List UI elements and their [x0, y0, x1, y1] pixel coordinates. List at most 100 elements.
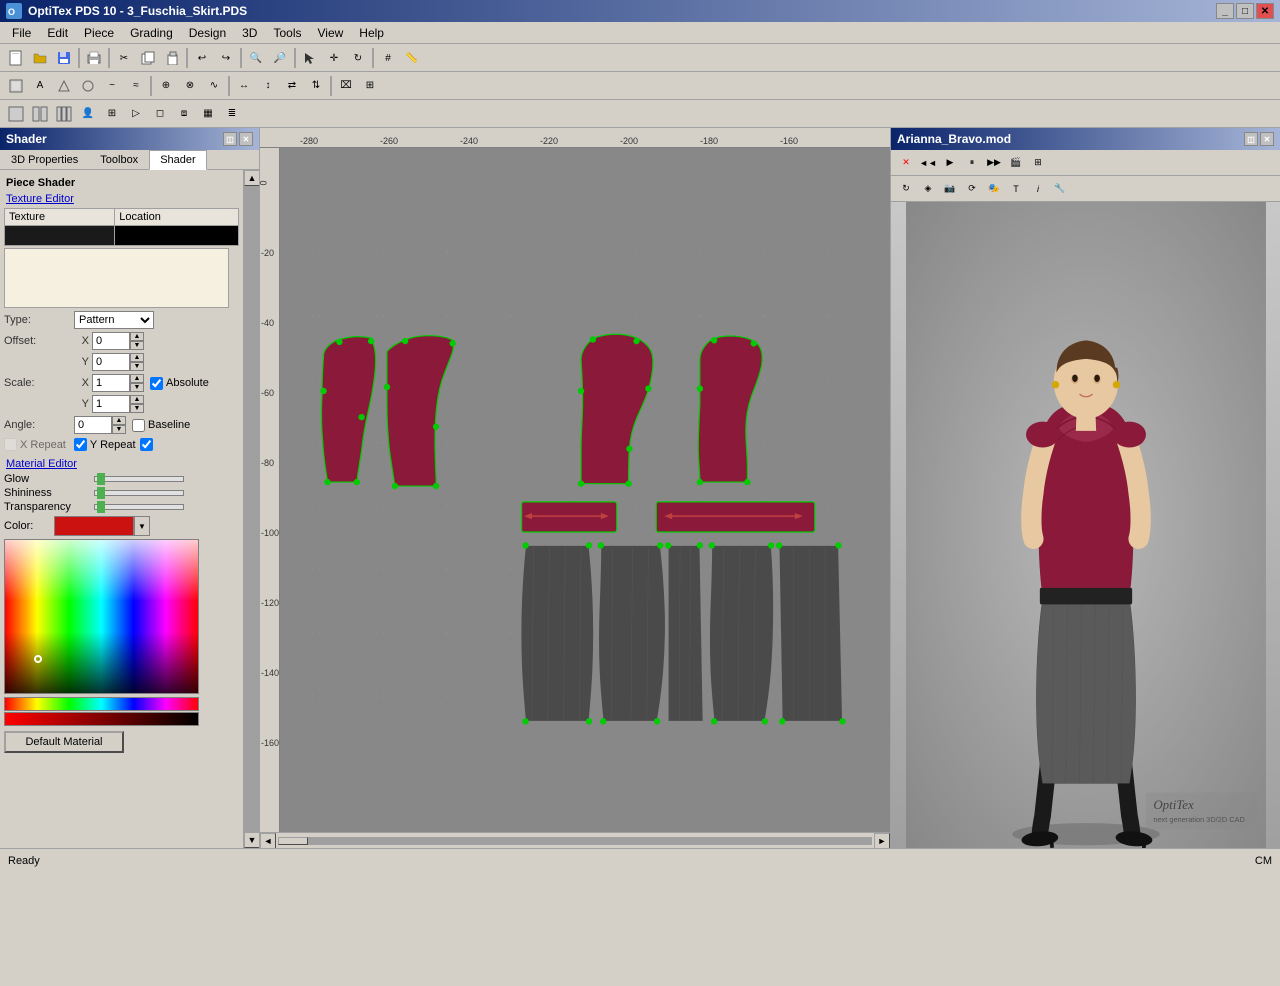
t3-btn7[interactable]: ◻: [149, 103, 171, 125]
close-button[interactable]: ✕: [1256, 3, 1274, 19]
hue-strip[interactable]: [4, 697, 199, 711]
default-material-button[interactable]: Default Material: [4, 731, 124, 753]
glow-slider[interactable]: [94, 476, 184, 482]
model-pause-btn[interactable]: ⏸: [962, 153, 982, 173]
offset-x-input[interactable]: [92, 332, 130, 350]
offset-x-down[interactable]: ▼: [130, 341, 144, 350]
model-text-btn[interactable]: T: [1006, 179, 1026, 199]
hscroll-thumb[interactable]: [278, 837, 308, 845]
t2-btn14[interactable]: ⌧: [335, 75, 357, 97]
menu-view[interactable]: View: [309, 24, 351, 42]
t2-btn12[interactable]: ⇄: [281, 75, 303, 97]
model-close-btn[interactable]: ✕: [1260, 132, 1274, 146]
type-select[interactable]: Pattern: [74, 311, 154, 329]
hscroll-right[interactable]: ►: [874, 833, 890, 849]
scale-x-input[interactable]: [92, 374, 130, 392]
model-anim-btn[interactable]: 🎭: [984, 179, 1004, 199]
model-float-btn[interactable]: ◫: [1244, 132, 1258, 146]
print-btn[interactable]: [83, 47, 105, 69]
menu-file[interactable]: File: [4, 24, 39, 42]
black-strip[interactable]: [4, 712, 199, 726]
texture-editor-link[interactable]: Texture Editor: [4, 192, 239, 206]
color-picker[interactable]: [4, 539, 199, 694]
t2-btn5[interactable]: ~: [101, 75, 123, 97]
model-light-btn[interactable]: ⟳: [962, 179, 982, 199]
offset-y-input[interactable]: [92, 353, 130, 371]
cut-btn[interactable]: ✂: [113, 47, 135, 69]
material-editor-link[interactable]: Material Editor: [4, 457, 239, 471]
hscroll-left[interactable]: ◄: [260, 833, 276, 849]
select-btn[interactable]: [299, 47, 321, 69]
t3-btn2[interactable]: [29, 103, 51, 125]
paste-btn[interactable]: [161, 47, 183, 69]
vscroll-up[interactable]: ▲: [244, 170, 259, 186]
color-dropdown-btn[interactable]: ▼: [134, 516, 150, 536]
open-btn[interactable]: [29, 47, 51, 69]
scale-y-input[interactable]: [92, 395, 130, 413]
t3-btn4[interactable]: 👤: [77, 103, 99, 125]
t2-btn13[interactable]: ⇅: [305, 75, 327, 97]
vscroll-track[interactable]: [244, 186, 259, 832]
t3-btn3[interactable]: [53, 103, 75, 125]
shininess-slider[interactable]: [94, 490, 184, 496]
t3-btn8[interactable]: ⧈: [173, 103, 195, 125]
panel-float-btn[interactable]: ◫: [223, 132, 237, 146]
maximize-button[interactable]: □: [1236, 3, 1254, 19]
t3-btn5[interactable]: ⊞: [101, 103, 123, 125]
rotate-btn[interactable]: ↻: [347, 47, 369, 69]
transparency-slider[interactable]: [94, 504, 184, 510]
t3-btn1[interactable]: [5, 103, 27, 125]
t2-btn7[interactable]: ⊕: [155, 75, 177, 97]
model-stop-btn[interactable]: ✕: [896, 153, 916, 173]
model-fast-btn[interactable]: ▶▶: [984, 153, 1004, 173]
tab-3d-properties[interactable]: 3D Properties: [0, 150, 89, 169]
model-play-btn[interactable]: ▶: [940, 153, 960, 173]
offset-y-up[interactable]: ▲: [130, 353, 144, 362]
copy-btn[interactable]: [137, 47, 159, 69]
undo-btn[interactable]: ↩: [191, 47, 213, 69]
y-repeat-checkbox[interactable]: [74, 438, 87, 451]
t2-btn10[interactable]: ↔: [233, 75, 255, 97]
scale-y-down[interactable]: ▼: [130, 404, 144, 413]
t3-btn10[interactable]: ≣: [221, 103, 243, 125]
model-rewind-btn[interactable]: ◄◄: [918, 153, 938, 173]
t2-btn9[interactable]: ∿: [203, 75, 225, 97]
t3-btn6[interactable]: ▷: [125, 103, 147, 125]
angle-up[interactable]: ▲: [112, 416, 126, 425]
scale-x-down[interactable]: ▼: [130, 383, 144, 392]
angle-down[interactable]: ▼: [112, 425, 126, 434]
move-btn[interactable]: ✛: [323, 47, 345, 69]
tab-toolbox[interactable]: Toolbox: [89, 150, 149, 169]
menu-help[interactable]: Help: [351, 24, 392, 42]
model-info-btn[interactable]: i: [1028, 179, 1048, 199]
absolute-checkbox[interactable]: [150, 377, 163, 390]
t2-btn3[interactable]: [53, 75, 75, 97]
offset-x-up[interactable]: ▲: [130, 332, 144, 341]
t2-btn4[interactable]: [77, 75, 99, 97]
y-repeat-extra-checkbox[interactable]: [140, 438, 153, 451]
menu-grading[interactable]: Grading: [122, 24, 181, 42]
scale-x-up[interactable]: ▲: [130, 374, 144, 383]
menu-design[interactable]: Design: [181, 24, 234, 42]
angle-input[interactable]: [74, 416, 112, 434]
panel-close-btn[interactable]: ✕: [239, 132, 253, 146]
offset-y-down[interactable]: ▼: [130, 362, 144, 371]
save-btn[interactable]: [53, 47, 75, 69]
redo-btn[interactable]: ↪: [215, 47, 237, 69]
model-rot-btn[interactable]: ↻: [896, 179, 916, 199]
tab-shader[interactable]: Shader: [149, 150, 206, 170]
model-view-btn[interactable]: ◈: [918, 179, 938, 199]
model-tools-btn[interactable]: 🔧: [1050, 179, 1070, 199]
model-wire-btn[interactable]: ⊞: [1028, 153, 1048, 173]
t2-btn2[interactable]: A: [29, 75, 51, 97]
menu-tools[interactable]: Tools: [265, 24, 309, 42]
minimize-button[interactable]: _: [1216, 3, 1234, 19]
scale-y-up[interactable]: ▲: [130, 395, 144, 404]
zoom-out-btn[interactable]: 🔎: [269, 47, 291, 69]
t2-btn15[interactable]: ⊞: [359, 75, 381, 97]
t2-btn1[interactable]: [5, 75, 27, 97]
menu-piece[interactable]: Piece: [76, 24, 122, 42]
t2-btn11[interactable]: ↕: [257, 75, 279, 97]
grid-btn[interactable]: #: [377, 47, 399, 69]
menu-edit[interactable]: Edit: [39, 24, 76, 42]
